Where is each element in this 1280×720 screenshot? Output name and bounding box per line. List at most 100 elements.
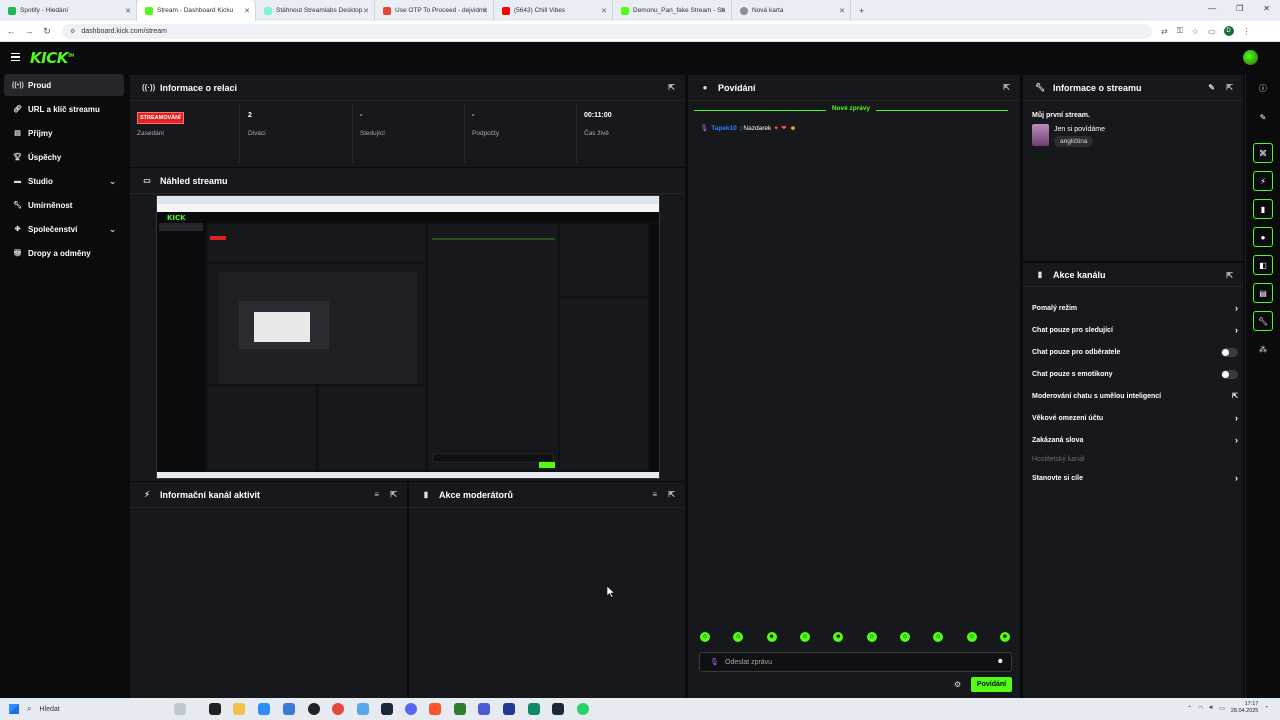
stream-info-widget-icon[interactable]: ▤ — [1253, 283, 1273, 303]
close-window-icon[interactable]: ✕ — [1263, 4, 1270, 13]
close-tab-icon[interactable]: ✕ — [601, 7, 607, 15]
close-tab-icon[interactable]: ✕ — [363, 7, 369, 15]
emote-icon[interactable]: ☺ — [733, 632, 744, 642]
reload-icon[interactable]: ↻ — [38, 26, 56, 37]
file-explorer-icon[interactable] — [233, 703, 245, 715]
emoji-picker-icon[interactable]: ☻ — [997, 658, 1004, 665]
sidebar-item-drops[interactable]: 🎁︎ Dropy a odměny — [4, 242, 124, 264]
action-set-goals[interactable]: Stanovte si cíle › — [1032, 470, 1238, 486]
discord-icon[interactable] — [405, 703, 417, 715]
tray-chevron-icon[interactable]: ⌃ — [1187, 705, 1192, 712]
close-tab-icon[interactable]: ✕ — [839, 7, 845, 15]
site-info-icon[interactable]: ⚙ — [70, 28, 75, 35]
volume-icon[interactable]: 🔊︎ — [1209, 705, 1213, 712]
popout-icon[interactable]: ⇱ — [668, 83, 675, 92]
browser-tab[interactable]: Nová karta ✕ — [732, 0, 851, 21]
address-bar[interactable]: ⚙ dashboard.kick.com/stream — [62, 23, 1152, 39]
edge-icon[interactable] — [258, 703, 270, 715]
minecraft-icon[interactable] — [454, 703, 466, 715]
popout-icon[interactable]: ⇱ — [1226, 271, 1233, 280]
browser-tab[interactable]: (5643) Chill Vibes ✕ — [494, 0, 613, 21]
menu-icon[interactable] — [11, 53, 20, 61]
taskbar-clock[interactable]: 17:17 28.04.2025 — [1231, 701, 1259, 715]
filter-icon[interactable]: ≡ — [374, 490, 379, 499]
sidebar-item-achievements[interactable]: 🏆︎ Úspěchy — [4, 146, 124, 168]
action-subscribers-only[interactable]: Chat pouze pro odběratele — [1032, 344, 1238, 360]
sidebar-item-community[interactable]: ✤ Společenství ⌄ — [4, 218, 124, 240]
action-slow-mode[interactable]: Pomalý režim › — [1032, 300, 1238, 316]
chat-message-input[interactable]: 🎙︎ Odeslat zprávu ☻ — [699, 652, 1012, 672]
action-followers-only[interactable]: Chat pouze pro sledující › — [1032, 322, 1238, 338]
action-ai-moderation[interactable]: Moderování chatu s umělou inteligencí ⇱ — [1032, 388, 1238, 404]
browser-tab[interactable]: Use OTP To Proceed - dejvidml ✕ — [375, 0, 494, 21]
maximize-icon[interactable]: ❐ — [1236, 4, 1243, 13]
sidebar-item-proud[interactable]: ((•)) Proud — [4, 74, 124, 96]
app-icon[interactable] — [503, 703, 515, 715]
browser-tab[interactable]: Stáhnout Streamlabs Desktop ✕ — [256, 0, 375, 21]
sidebar-item-studio[interactable]: ▬ Studio ⌄ — [4, 170, 124, 192]
close-tab-icon[interactable]: ✕ — [244, 7, 250, 15]
obs-icon[interactable] — [308, 703, 320, 715]
chrome-icon[interactable] — [332, 703, 344, 715]
password-key-icon[interactable]: ⚿ — [1177, 26, 1183, 36]
notification-icon[interactable]: ◔ — [1264, 705, 1268, 711]
browser-menu-icon[interactable]: ⋮ — [1243, 27, 1251, 36]
popout-icon[interactable]: ⇱ — [390, 490, 397, 499]
edit-icon[interactable]: ✎ — [1253, 107, 1273, 127]
browser-tab-active[interactable]: Stream - Dashboard Kicku ✕ — [137, 0, 256, 21]
action-age-restriction[interactable]: Věkové omezení účtu › — [1032, 410, 1238, 426]
bookmark-star-icon[interactable]: ☆ — [1192, 27, 1199, 36]
stream-preview-video[interactable]: KICK — [156, 195, 660, 479]
sidebar-item-moderation[interactable]: 🔧︎ Umírněnost — [4, 194, 124, 216]
profile-avatar[interactable]: D — [1223, 26, 1234, 36]
popout-icon[interactable]: ⇱ — [668, 490, 675, 499]
emote-icon[interactable]: ☺ — [899, 632, 910, 642]
kick-logo[interactable]: KICKTM — [30, 49, 74, 67]
emotes-only-toggle[interactable] — [1221, 369, 1238, 379]
emote-icon[interactable]: ☻ — [999, 632, 1010, 642]
edit-icon[interactable]: ✎ — [1208, 83, 1215, 92]
emote-icon[interactable]: ☻ — [833, 632, 844, 642]
emote-icon[interactable]: ☺ — [799, 632, 810, 642]
filter-icon[interactable]: ≡ — [652, 490, 657, 499]
tools-widget-icon[interactable]: 🔧︎ — [1253, 311, 1273, 331]
user-avatar[interactable] — [1243, 50, 1258, 65]
popout-icon[interactable]: ⇱ — [1226, 83, 1233, 92]
forward-icon[interactable]: → — [20, 26, 38, 36]
taskbar-search[interactable]: ⌕ Hledat — [27, 702, 167, 716]
close-tab-icon[interactable]: ✕ — [720, 7, 726, 15]
windows-start-icon[interactable] — [9, 704, 19, 714]
emote-icon[interactable]: ☺ — [866, 632, 877, 642]
popout-icon[interactable]: ⇱ — [1003, 83, 1010, 92]
subscribers-only-toggle[interactable] — [1221, 347, 1238, 357]
terminal-app-icon[interactable] — [209, 703, 221, 715]
whatsapp-icon[interactable] — [577, 703, 589, 715]
chat-widget-icon[interactable]: ● — [1253, 227, 1273, 247]
emote-icon[interactable]: ☻ — [766, 632, 777, 642]
close-tab-icon[interactable]: ✕ — [125, 7, 131, 15]
browser-tab[interactable]: Demonu_Pan_fake Stream - Sh ✕ — [613, 0, 732, 21]
chat-send-button[interactable]: Povídání — [971, 677, 1012, 692]
app-icon[interactable] — [357, 703, 369, 715]
action-emotes-only[interactable]: Chat pouze s emotikony — [1032, 366, 1238, 382]
app-icon[interactable] — [478, 703, 490, 715]
session-widget-icon[interactable]: ⌘ — [1253, 143, 1273, 163]
wifi-icon[interactable]: ◠ — [1198, 705, 1203, 712]
steam-icon[interactable] — [552, 703, 564, 715]
emote-icon[interactable]: ☺ — [933, 632, 944, 642]
minimize-icon[interactable]: — — [1208, 4, 1216, 13]
back-icon[interactable]: ← — [2, 26, 20, 36]
extensions-icon[interactable]: ▭ — [1208, 27, 1216, 36]
chat-settings-icon[interactable]: ⚙ — [954, 680, 961, 689]
sidebar-item-stream-key[interactable]: 🔗︎ URL a klíč streamu — [4, 98, 124, 120]
store-icon[interactable] — [283, 703, 295, 715]
lightning-widget-icon[interactable]: ⚡︎ — [1253, 171, 1273, 191]
brave-icon[interactable] — [429, 703, 441, 715]
info-icon[interactable]: ⓘ — [1253, 78, 1273, 98]
task-view-icon[interactable] — [174, 703, 186, 715]
close-tab-icon[interactable]: ✕ — [482, 7, 488, 15]
translate-icon[interactable]: ⇄ — [1161, 27, 1168, 36]
emote-icon[interactable]: ☺ — [700, 632, 710, 642]
sidebar-item-income[interactable]: ▤ Příjmy — [4, 122, 124, 144]
stream-category[interactable]: Jen si povídáme — [1054, 126, 1105, 133]
